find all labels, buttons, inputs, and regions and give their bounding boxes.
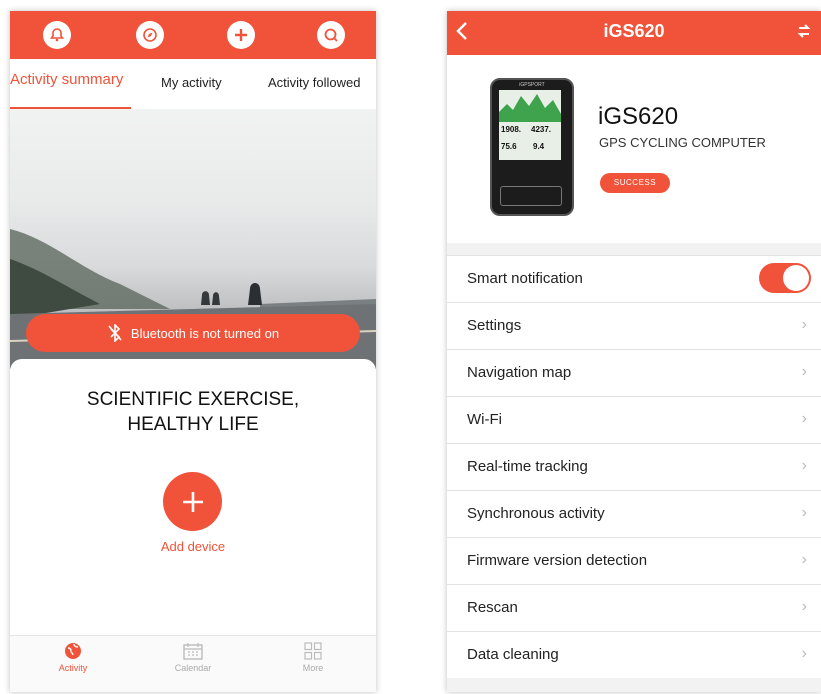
device-value: 9.4 xyxy=(533,142,545,151)
menu-label: Real-time tracking xyxy=(467,458,588,475)
activity-tabs: Activity summary My activity Activity fo… xyxy=(10,59,376,109)
menu-row-data-cleaning[interactable]: Data cleaning › xyxy=(447,631,821,678)
chevron-right-icon: › xyxy=(801,598,807,615)
chevron-right-icon: › xyxy=(801,551,807,568)
device-info-panel: iGPSPORT 1908. 4237. 75.6 9.4 iGS620 GPS… xyxy=(447,55,821,243)
menu-label: Firmware version detection xyxy=(467,552,648,569)
menu-row-smart-notification[interactable]: Smart notification xyxy=(447,255,821,302)
add-device-label[interactable]: Add device xyxy=(10,539,376,554)
menu-row-navigation-map[interactable]: Navigation map › xyxy=(447,349,821,396)
bluetooth-off-icon xyxy=(107,324,123,342)
settings-menu: Smart notification Settings › Navigation… xyxy=(447,255,821,678)
activity-screen: Activity summary My activity Activity fo… xyxy=(10,11,376,692)
menu-row-wifi[interactable]: Wi-Fi › xyxy=(447,396,821,443)
slogan: SCIENTIFIC EXERCISE, HEALTHY LIFE xyxy=(10,387,376,437)
nav-calendar[interactable]: Calendar xyxy=(153,642,233,673)
tab-activity-summary[interactable]: Activity summary xyxy=(10,71,123,88)
add-device-button[interactable] xyxy=(163,472,222,531)
smart-notification-toggle[interactable] xyxy=(759,263,811,293)
menu-label: Navigation map xyxy=(467,364,572,381)
menu-label: Settings xyxy=(467,317,522,334)
chevron-right-icon: › xyxy=(801,645,807,662)
chevron-right-icon: › xyxy=(801,410,807,427)
device-image: iGPSPORT 1908. 4237. 75.6 9.4 xyxy=(490,78,574,216)
nav-activity[interactable]: Activity xyxy=(33,642,113,673)
menu-label: Wi-Fi xyxy=(467,411,502,428)
menu-row-real-time-tracking[interactable]: Real-time tracking › xyxy=(447,443,821,490)
header-title: iGS620 xyxy=(603,21,665,41)
device-buttons xyxy=(500,186,562,206)
menu-row-settings[interactable]: Settings › xyxy=(447,302,821,349)
grid-icon xyxy=(304,642,322,660)
status-badge: SUCCESS xyxy=(600,173,670,193)
chevron-right-icon: › xyxy=(801,363,807,380)
menu-label: Smart notification xyxy=(467,270,583,287)
elevation-graph xyxy=(499,94,561,122)
add-device-card: SCIENTIFIC EXERCISE, HEALTHY LIFE Add de… xyxy=(10,359,376,635)
menu-row-rescan[interactable]: Rescan › xyxy=(447,584,821,631)
device-brand: iGPSPORT xyxy=(519,82,545,88)
switch-icon xyxy=(797,24,811,38)
device-value: 75.6 xyxy=(501,142,517,151)
chevron-right-icon: › xyxy=(801,316,807,333)
device-settings-screen: iGS620 iGPSPORT 1908. 4237. 75.6 9.4 iGS… xyxy=(447,11,821,692)
device-name: iGS620 xyxy=(598,103,679,130)
plus-icon[interactable] xyxy=(227,21,255,49)
switch-device-button[interactable] xyxy=(797,23,813,41)
chevron-right-icon: › xyxy=(801,457,807,474)
tab-activity-followed[interactable]: Activity followed xyxy=(268,75,360,90)
top-bar xyxy=(10,11,376,59)
menu-label: Data cleaning xyxy=(467,646,559,663)
nav-more-label: More xyxy=(302,663,324,673)
device-value: 1908. xyxy=(501,125,522,134)
tab-my-activity[interactable]: My activity xyxy=(161,75,222,90)
bluetooth-message: Bluetooth is not turned on xyxy=(130,325,280,341)
menu-row-synchronous-activity[interactable]: Synchronous activity › xyxy=(447,490,821,537)
device-screen: 1908. 4237. 75.6 9.4 xyxy=(499,90,561,160)
calendar-icon xyxy=(183,643,203,660)
compass-icon[interactable] xyxy=(136,21,164,49)
slogan-line-2: HEALTHY LIFE xyxy=(127,414,259,435)
bell-icon[interactable] xyxy=(43,21,71,49)
plus-icon xyxy=(182,491,203,512)
menu-label: Synchronous activity xyxy=(467,505,605,522)
nav-activity-label: Activity xyxy=(58,663,88,673)
search-icon[interactable] xyxy=(317,21,345,49)
nav-calendar-label: Calendar xyxy=(174,663,212,673)
chevron-right-icon: › xyxy=(801,504,807,521)
nav-more[interactable]: More xyxy=(273,642,353,673)
header-bar: iGS620 xyxy=(447,11,821,55)
bottom-nav: Activity Calendar More xyxy=(10,635,376,692)
menu-row-firmware-version-detection[interactable]: Firmware version detection › xyxy=(447,537,821,584)
slogan-line-1: SCIENTIFIC EXERCISE, xyxy=(86,389,300,410)
globe-icon xyxy=(65,643,81,659)
device-subtitle: GPS CYCLING COMPUTER xyxy=(599,135,766,150)
device-value: 4237. xyxy=(531,125,552,134)
bluetooth-warning-bar[interactable]: Bluetooth is not turned on xyxy=(26,314,360,352)
menu-label: Rescan xyxy=(467,599,518,616)
